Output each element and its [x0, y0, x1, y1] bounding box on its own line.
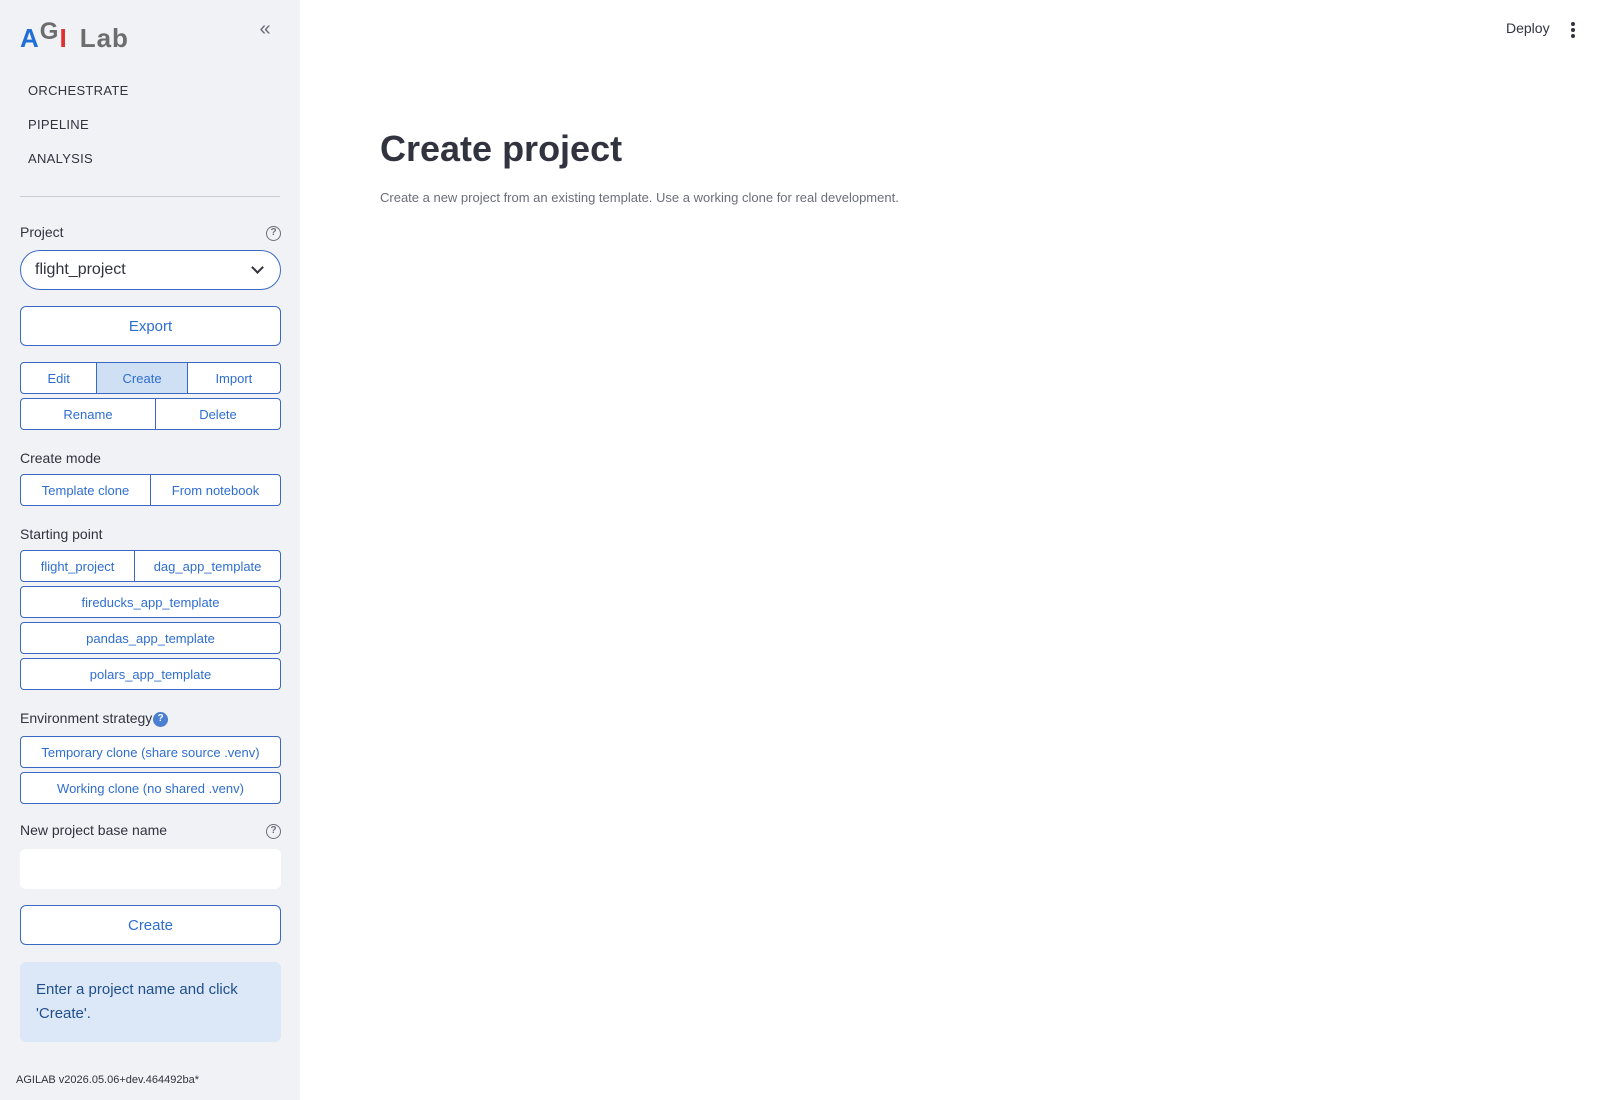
page-title: Create project — [380, 128, 623, 169]
project-select[interactable]: flight_project — [20, 250, 281, 290]
version-label: AGILAB v2026.05.06+dev.464492ba* — [16, 1074, 199, 1086]
kebab-dot-icon — [1571, 34, 1575, 38]
collapse-sidebar-button[interactable]: « — [254, 18, 276, 40]
base-name-help-icon[interactable]: ? — [266, 824, 281, 839]
sidebar-nav: ORCHESTRATE PIPELINE ANALYSIS — [28, 80, 129, 182]
sidebar: A G I Lab « ORCHESTRATE PIPELINE ANALYSIS P… — [0, 0, 300, 1100]
project-label: Project — [20, 224, 64, 240]
sidebar-divider — [20, 196, 280, 197]
environment-strategy-label: Environment strategy — [20, 710, 153, 726]
create-mode-selector: Template clone From notebook — [20, 474, 281, 506]
new-project-base-name-input[interactable] — [20, 849, 281, 889]
create-mode-label: Create mode — [20, 450, 101, 466]
chevron-down-icon — [251, 261, 264, 274]
starting-point-polars-app-template[interactable]: polars_app_template — [20, 658, 281, 690]
from-notebook-option[interactable]: From notebook — [151, 475, 280, 505]
starting-point-pandas-app-template[interactable]: pandas_app_template — [20, 622, 281, 654]
temporary-clone-option[interactable]: Temporary clone (share source .venv) — [20, 736, 281, 768]
starting-point-fireducks-app-template[interactable]: fireducks_app_template — [20, 586, 281, 618]
project-actions-row-2: Rename Delete — [20, 398, 281, 430]
logo-letter-a: A — [20, 23, 40, 53]
environment-strategy-help-icon[interactable]: ? — [153, 712, 168, 727]
sidebar-item-orchestrate[interactable]: ORCHESTRATE — [28, 80, 129, 114]
agilab-logo: A G I Lab — [20, 14, 129, 54]
starting-point-dag-app-template[interactable]: dag_app_template — [135, 551, 280, 581]
double-chevron-left-icon: « — [259, 18, 271, 40]
app-window: A G I Lab « ORCHESTRATE PIPELINE ANALYSIS P… — [0, 0, 1600, 1100]
import-button[interactable]: Import — [188, 363, 280, 393]
logo-letter-i: I — [59, 23, 68, 53]
working-clone-option[interactable]: Working clone (no shared .venv) — [20, 772, 281, 804]
template-clone-option[interactable]: Template clone — [21, 475, 151, 505]
kebab-dot-icon — [1571, 22, 1575, 26]
starting-point-flight-project[interactable]: flight_project — [21, 551, 136, 581]
starting-point-label: Starting point — [20, 526, 103, 542]
starting-point-row: flight_project dag_app_template — [20, 550, 281, 582]
logo-letter-g: G — [39, 18, 60, 45]
new-project-base-name-label: New project base name — [20, 822, 168, 838]
project-help-icon[interactable]: ? — [266, 226, 281, 241]
logo-word-lab: Lab — [79, 23, 129, 53]
main-menu-button[interactable] — [1568, 20, 1578, 40]
sidebar-item-analysis[interactable]: ANALYSIS — [28, 148, 129, 182]
delete-button[interactable]: Delete — [156, 399, 280, 429]
kebab-dot-icon — [1571, 28, 1575, 32]
deploy-button[interactable]: Deploy — [1506, 20, 1550, 36]
sidebar-item-pipeline[interactable]: PIPELINE — [28, 114, 129, 148]
rename-button[interactable]: Rename — [21, 399, 156, 429]
create-button[interactable]: Create — [20, 905, 281, 945]
main-content: Deploy Create project Create a new proje… — [300, 0, 1600, 1100]
create-mode-tab-button[interactable]: Create — [97, 363, 188, 393]
edit-button[interactable]: Edit — [21, 363, 98, 393]
project-actions-row-1: Edit Create Import — [20, 362, 281, 394]
info-message: Enter a project name and click 'Create'. — [20, 962, 281, 1042]
project-select-value: flight_project — [35, 261, 126, 278]
export-button[interactable]: Export — [20, 306, 281, 346]
page-subtitle: Create a new project from an existing te… — [380, 190, 899, 205]
